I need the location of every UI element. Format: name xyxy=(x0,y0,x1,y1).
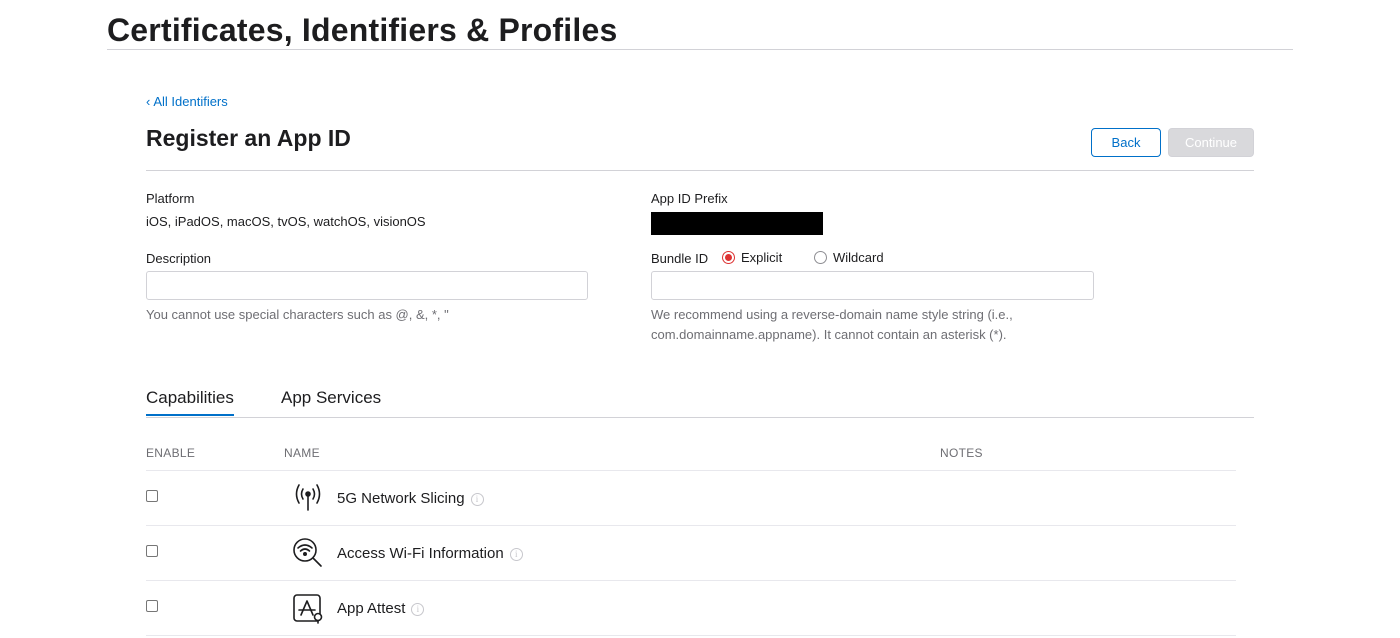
radio-explicit-circle[interactable] xyxy=(722,251,735,264)
app-attest-icon xyxy=(291,592,325,624)
bundle-id-input[interactable] xyxy=(651,271,1094,300)
info-icon[interactable]: i xyxy=(470,493,484,506)
capability-label: App Attest xyxy=(337,600,406,617)
all-identifiers-label: All Identifiers xyxy=(153,94,228,109)
col-enable: ENABLE xyxy=(146,446,196,460)
col-notes: NOTES xyxy=(940,446,983,460)
capability-label: 5G Network Slicing xyxy=(337,490,465,507)
wifi-search-icon xyxy=(291,537,325,569)
bundle-id-label: Bundle ID xyxy=(651,251,709,266)
table-row: 5G Network Slicing i xyxy=(146,470,1236,525)
capability-name: Access Wi-Fi Information i xyxy=(337,545,523,562)
table-row: Access Wi-Fi Information i xyxy=(146,525,1236,580)
tab-bar: Capabilities App Services xyxy=(146,384,1254,418)
row-divider xyxy=(146,635,1236,636)
enable-checkbox[interactable] xyxy=(146,490,158,502)
platform-label: Platform xyxy=(146,191,195,206)
bundle-id-help: We recommend using a reverse-domain name… xyxy=(651,305,1013,345)
info-icon[interactable]: i xyxy=(411,603,425,616)
capability-name: 5G Network Slicing i xyxy=(337,490,484,507)
radio-wildcard-label: Wildcard xyxy=(833,250,884,265)
info-icon[interactable]: i xyxy=(509,548,523,561)
description-help: You cannot use special characters such a… xyxy=(146,307,449,322)
bundle-id-help-line2: com.domainname.appname). It cannot conta… xyxy=(651,327,1007,342)
continue-button[interactable]: Continue xyxy=(1168,128,1254,157)
enable-checkbox[interactable] xyxy=(146,600,158,612)
radio-wildcard-circle[interactable] xyxy=(814,251,827,264)
platform-value: iOS, iPadOS, macOS, tvOS, watchOS, visio… xyxy=(146,214,426,229)
capability-label: Access Wi-Fi Information xyxy=(337,545,504,562)
app-id-prefix-redacted xyxy=(651,212,823,235)
tab-app-services[interactable]: App Services xyxy=(281,388,381,414)
back-button[interactable]: Back xyxy=(1091,128,1161,157)
description-input[interactable] xyxy=(146,271,588,300)
tab-capabilities[interactable]: Capabilities xyxy=(146,388,234,416)
col-name: NAME xyxy=(284,446,320,460)
radio-explicit[interactable]: Explicit xyxy=(722,250,782,265)
bundle-id-help-line1: We recommend using a reverse-domain name… xyxy=(651,307,1013,322)
all-identifiers-link[interactable]: ‹ All Identifiers xyxy=(146,94,228,109)
table-row: App Attest i xyxy=(146,580,1236,635)
capability-name: App Attest i xyxy=(337,600,425,617)
page-header: Certificates, Identifiers & Profiles xyxy=(107,10,1293,50)
chevron-left-icon: ‹ xyxy=(146,94,151,109)
radio-explicit-label: Explicit xyxy=(741,250,783,265)
radio-wildcard[interactable]: Wildcard xyxy=(814,250,884,265)
enable-checkbox[interactable] xyxy=(146,545,158,557)
page-title: Certificates, Identifiers & Profiles xyxy=(107,12,618,48)
antenna-icon xyxy=(291,482,325,514)
header-divider xyxy=(146,170,1254,171)
section-title: Register an App ID xyxy=(146,125,351,151)
description-label: Description xyxy=(146,251,212,266)
app-id-prefix-label: App ID Prefix xyxy=(651,191,728,206)
